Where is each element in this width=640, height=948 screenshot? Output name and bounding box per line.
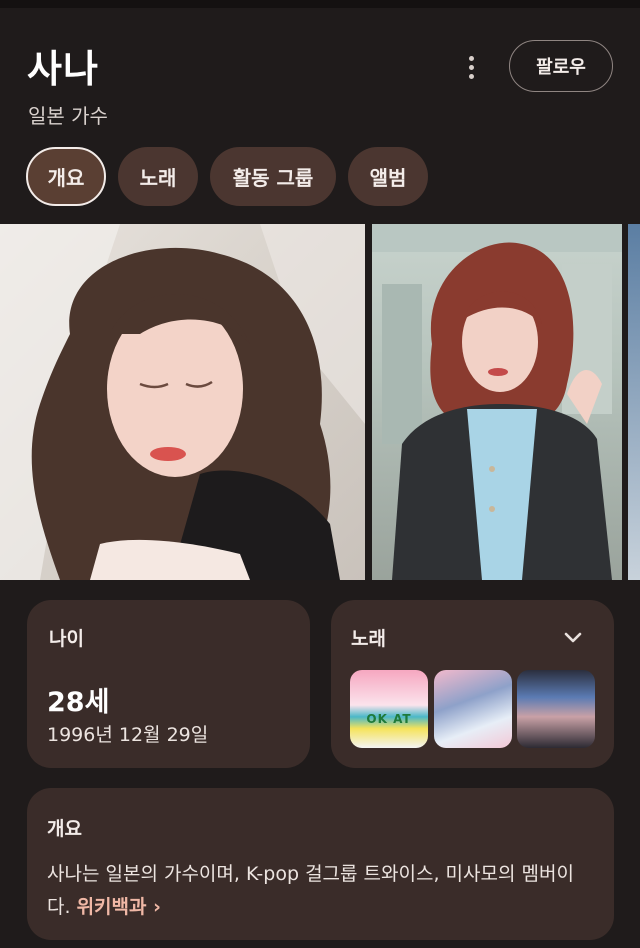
- portrait-photo[interactable]: [0, 224, 365, 580]
- page-title: 사나: [27, 47, 99, 91]
- partial-photo[interactable]: [628, 224, 640, 580]
- more-vert-icon: [468, 55, 474, 61]
- chevron-right-icon: ›: [153, 896, 161, 918]
- tab-songs[interactable]: 노래: [118, 147, 198, 206]
- overview-label: 개요: [47, 818, 82, 840]
- tab-groups[interactable]: 활동 그룹: [210, 147, 336, 206]
- song-thumbnail[interactable]: [434, 670, 512, 748]
- songs-card[interactable]: 노래 OK AT: [331, 600, 614, 768]
- tab-albums[interactable]: 앨범: [348, 147, 428, 206]
- tab-overview[interactable]: 개요: [26, 147, 106, 206]
- wikipedia-link-label: 위키백과: [76, 896, 147, 918]
- page-subtitle: 일본 가수: [28, 104, 108, 128]
- song-thumbnail[interactable]: OK AT: [350, 670, 428, 748]
- follow-button[interactable]: 팔로우: [509, 40, 613, 92]
- tab-bar: 개요 노래 활동 그룹 앨범: [26, 147, 428, 206]
- wikipedia-link[interactable]: 위키백과 ›: [77, 896, 161, 918]
- overview-text: 사나는 일본의 가수이며, K-pop 걸그룹 트와이스, 미사모의 멤버이다.…: [47, 858, 597, 924]
- age-label: 나이: [49, 628, 84, 650]
- age-value: 28세: [47, 687, 110, 718]
- status-bar-edge: [0, 0, 640, 8]
- event-photo[interactable]: [372, 224, 622, 580]
- more-options-button[interactable]: [455, 50, 487, 84]
- age-card[interactable]: 나이 28세 1996년 12월 29일: [27, 600, 310, 768]
- chevron-down-icon[interactable]: [561, 626, 585, 650]
- songs-label: 노래: [351, 628, 386, 650]
- song-thumbnail-text: OK AT: [366, 712, 412, 726]
- birth-date: 1996년 12월 29일: [47, 724, 209, 746]
- portrait-photo-illustration: [0, 224, 365, 580]
- song-thumbnail[interactable]: [517, 670, 595, 748]
- event-photo-illustration: [372, 224, 622, 580]
- overview-card: 개요 사나는 일본의 가수이며, K-pop 걸그룹 트와이스, 미사모의 멤버…: [27, 788, 614, 940]
